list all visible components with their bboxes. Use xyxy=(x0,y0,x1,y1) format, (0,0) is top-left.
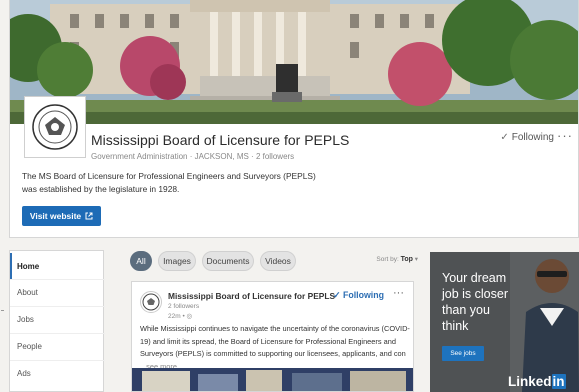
nav-item-home[interactable]: Home xyxy=(10,253,105,279)
chevron-down-icon: ▾ xyxy=(414,256,418,263)
nav-item-ads[interactable]: Ads xyxy=(10,360,105,386)
linkedin-logo-in: in xyxy=(551,374,566,389)
ad-line-2: job is closer xyxy=(442,287,508,301)
post-time-text: 22m xyxy=(168,313,181,320)
company-header-card: Mississippi Board of Licensure for PEPLS… xyxy=(9,0,579,238)
nav-item-about[interactable]: About xyxy=(10,279,105,305)
checkmark-icon: ✓ xyxy=(333,290,341,300)
globe-icon: • ◎ xyxy=(182,313,193,320)
divider xyxy=(1,310,4,311)
post-body: While Mississippi continues to navigate … xyxy=(140,323,410,373)
sort-value: Top xyxy=(400,256,413,263)
visit-website-label: Visit website xyxy=(29,211,82,221)
company-meta: Government Administration · JACKSON, MS … xyxy=(91,152,295,161)
seal-logo-icon xyxy=(142,293,160,311)
company-logo[interactable] xyxy=(24,96,86,158)
following-label: Following xyxy=(511,132,554,143)
sort-dropdown[interactable]: Sort by: Top ▾ xyxy=(376,255,418,263)
company-description: The MS Board of Licensure for Profession… xyxy=(22,171,316,194)
post-timestamp: 22m • ◎ xyxy=(168,312,192,320)
ad-headline: Your dream job is closer than you think xyxy=(442,270,508,334)
post-more-options-button[interactable]: ··· xyxy=(393,287,404,299)
filter-chip-images[interactable]: Images xyxy=(158,251,196,271)
nav-item-jobs[interactable]: Jobs xyxy=(10,306,105,332)
post-body-text: While Mississippi continues to navigate … xyxy=(140,324,410,358)
company-nav: Home About Jobs People Ads xyxy=(9,250,105,392)
ad-line-3: than you xyxy=(442,303,490,317)
linkedin-company-page: Mississippi Board of Licensure for PEPLS… xyxy=(0,0,579,392)
seal-logo-icon xyxy=(32,104,78,150)
post-card: Mississippi Board of Licensure for PEPLS… xyxy=(131,281,414,392)
cover-photo xyxy=(10,0,578,124)
see-jobs-button[interactable]: See jobs xyxy=(442,346,484,361)
checkmark-icon: ✓ xyxy=(500,132,509,143)
ad-line-4: think xyxy=(442,319,469,333)
filter-chip-all[interactable]: All xyxy=(130,251,152,271)
post-author-followers: 2 followers xyxy=(168,303,200,310)
post-author-avatar[interactable] xyxy=(140,291,162,313)
nav-item-people[interactable]: People xyxy=(10,333,105,359)
following-button[interactable]: ✓ Following xyxy=(500,132,554,143)
post-image[interactable] xyxy=(132,368,413,391)
linkedin-logo: Linkedin xyxy=(508,374,566,389)
post-filter-bar: All Images Documents Videos Sort by: Top… xyxy=(122,250,418,272)
linkedin-ad[interactable]: Your dream job is closer than you think … xyxy=(430,252,579,392)
linkedin-logo-text: Linked xyxy=(508,374,552,389)
ad-line-1: Your dream xyxy=(442,271,507,285)
company-name: Mississippi Board of Licensure for PEPLS xyxy=(91,132,350,148)
post-following-button[interactable]: ✓ Following xyxy=(333,290,384,301)
more-options-button[interactable]: ··· xyxy=(557,128,573,143)
sort-label: Sort by: xyxy=(376,256,399,263)
filter-chip-videos[interactable]: Videos xyxy=(260,251,296,271)
visit-website-button[interactable]: Visit website xyxy=(22,206,101,226)
filter-chip-documents[interactable]: Documents xyxy=(202,251,254,271)
post-following-label: Following xyxy=(342,290,384,300)
post-author-name[interactable]: Mississippi Board of Licensure for PEPLS xyxy=(168,291,335,301)
external-link-icon xyxy=(85,212,93,220)
